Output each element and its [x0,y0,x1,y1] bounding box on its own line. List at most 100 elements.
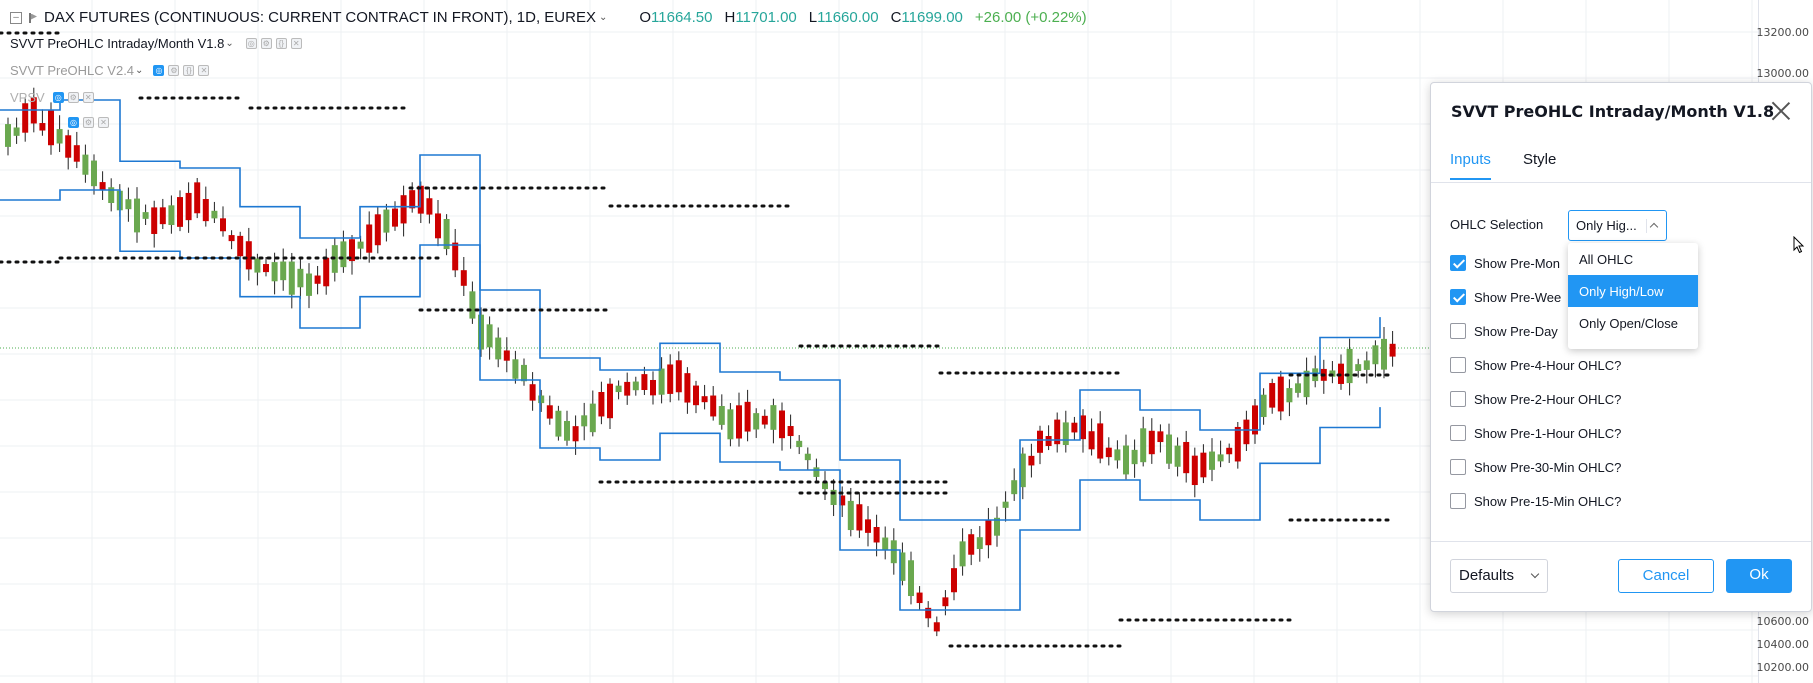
defaults-label: Defaults [1459,567,1515,584]
candle-body [761,415,768,425]
candle-body [271,262,278,282]
candle-body [521,364,527,382]
candle-body [641,374,648,390]
candle-body [1080,415,1086,440]
chevron-down-icon[interactable]: ⌄ [135,65,143,76]
dialog-tabs: Inputs Style [1431,141,1811,183]
remove-icon[interactable]: ✕ [290,38,302,49]
candle-body [1200,452,1207,478]
settings-icon[interactable]: ⚙ [67,92,79,103]
candle-body [1097,423,1104,459]
candle-body [1269,383,1276,408]
indicator-name[interactable]: VPSV [10,90,45,105]
main-legend: – DAX FUTURES (CONTINUOUS: CURRENT CONTR… [10,9,1087,26]
remove-icon[interactable]: ✕ [98,117,109,128]
symbol-title[interactable]: DAX FUTURES (CONTINUOUS: CURRENT CONTRAC… [44,9,596,26]
close-icon[interactable] [1769,99,1793,123]
checkbox-row[interactable]: Show Pre-Wee [1450,289,1561,305]
tab-inputs[interactable]: Inputs [1450,151,1491,180]
checkbox[interactable] [1450,391,1466,407]
flag-icon[interactable] [28,12,38,24]
candle-body [495,337,502,360]
mouse-cursor-icon [1793,236,1805,254]
chevron-down-icon[interactable]: ⌄ [599,12,607,23]
indicator-row-4[interactable]: ◎ ⚙ ✕ [10,117,109,128]
candle-body [1183,441,1190,474]
candle-body [572,426,579,442]
candle-body [650,379,656,396]
indicator-settings-dialog: SVVT PreOHLC Intraday/Month V1.8 Inputs … [1430,82,1812,612]
checkbox-row[interactable]: Show Pre-Day [1450,323,1558,339]
checkbox[interactable] [1450,459,1466,475]
checkbox[interactable] [1450,289,1466,305]
checkbox[interactable] [1450,357,1466,373]
settings-icon[interactable]: ⚙ [83,117,94,128]
remove-icon[interactable]: ✕ [198,65,210,76]
settings-icon[interactable]: ⚙ [168,65,180,76]
indicator-name[interactable]: SVVT PreOHLC Intraday/Month V1.8 [10,36,224,51]
collapse-legend-icon[interactable]: – [10,11,22,24]
candle-body [779,410,785,439]
defaults-button[interactable]: Defaults [1450,559,1548,593]
candle-body [400,195,407,224]
tab-style[interactable]: Style [1523,151,1556,178]
checkbox-row[interactable]: Show Pre-Mon [1450,255,1560,271]
candle-body [796,440,803,448]
candle-body [297,268,304,288]
indicator-row-3[interactable]: VPSV ◎ ⚙ ✕ [10,90,94,105]
remove-icon[interactable]: ✕ [82,92,94,103]
checkbox[interactable] [1450,425,1466,441]
eye-icon[interactable]: ◎ [245,38,257,49]
candle-body [727,409,734,440]
close-label: C [890,9,902,26]
chevron-down-icon [1530,569,1540,579]
candle-body [1346,348,1353,384]
checkbox-label: Show Pre-2-Hour OHLC? [1474,391,1622,407]
indicator-row-2[interactable]: SVVT PreOHLC V2.4 ⌄ ◎ ⚙ {} ✕ [10,63,210,78]
candle-body [1140,428,1147,463]
dropdown-option[interactable]: Only Open/Close [1568,307,1698,339]
candle-body [701,396,708,403]
cancel-button[interactable]: Cancel [1618,559,1714,593]
checkbox[interactable] [1450,255,1466,271]
eye-icon[interactable]: ◎ [52,92,64,103]
price-tick: 13000.00 [1756,67,1810,80]
checkbox-row[interactable]: Show Pre-1-Hour OHLC? [1450,425,1621,441]
candle-body [1295,383,1301,393]
chevron-down-icon[interactable]: ⌄ [225,38,233,49]
ohlc-selection-select[interactable]: Only Hig... [1568,210,1667,241]
checkbox[interactable] [1450,323,1466,339]
candle-body [1191,455,1198,486]
close-value: 11699.00 [901,9,963,26]
checkbox-row[interactable]: Show Pre-15-Min OHLC? [1450,493,1621,509]
candle-body [951,568,957,593]
checkbox-row[interactable]: Show Pre-4-Hour OHLC? [1450,357,1621,373]
indicator-row-1[interactable]: SVVT PreOHLC Intraday/Month V1.8 ⌄ ◎ ⚙ {… [10,36,302,51]
indicator-name[interactable]: SVVT PreOHLC V2.4 [10,63,134,78]
source-code-icon[interactable]: {} [275,38,287,49]
candle-body [159,207,166,225]
eye-icon[interactable]: ◎ [68,117,79,128]
price-tick: 13200.00 [1756,26,1810,39]
candle-body [194,182,201,214]
checkbox[interactable] [1450,493,1466,509]
checkbox-row[interactable]: Show Pre-30-Min OHLC? [1450,459,1621,475]
candle-body [684,373,691,403]
settings-icon[interactable]: ⚙ [260,38,272,49]
source-code-icon[interactable]: {} [183,65,195,76]
dropdown-option-selected[interactable]: Only High/Low [1568,275,1698,307]
candle-body [1088,431,1095,450]
candle-body [959,541,966,567]
checkbox-row[interactable]: Show Pre-2-Hour OHLC? [1450,391,1621,407]
candle-body [314,275,321,284]
candle-body [813,467,820,477]
eye-icon[interactable]: ◎ [153,65,165,76]
candle-body [1062,422,1069,446]
candle-body [1355,364,1362,371]
candle-body [486,324,493,348]
candle-body [469,291,476,319]
candle-body [632,381,639,391]
ok-button[interactable]: Ok [1726,559,1792,593]
dropdown-option[interactable]: All OHLC [1568,243,1698,275]
upper-band-line [0,99,1381,521]
